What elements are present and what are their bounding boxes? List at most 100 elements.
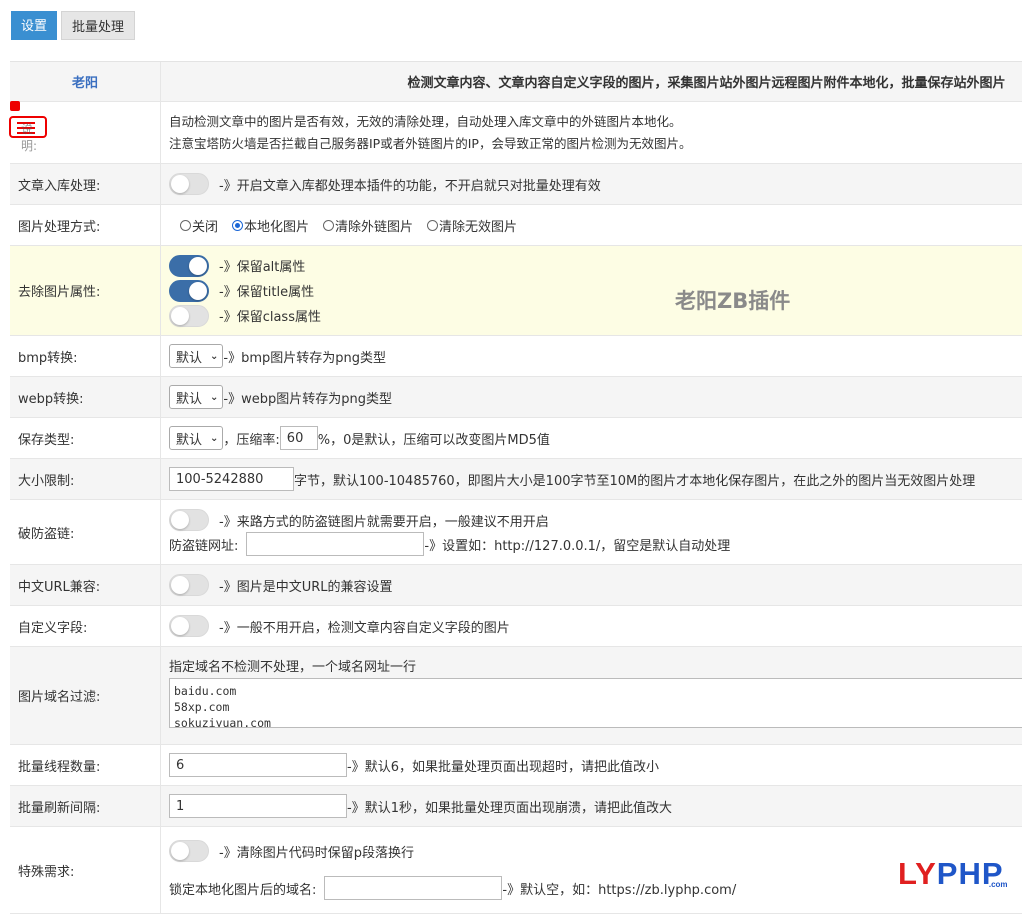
webp-label: webp转换: — [10, 377, 161, 417]
thread-count-input[interactable]: 6 — [169, 753, 347, 777]
special-row: 特殊需求: -》清除图片代码时保留p段落换行 锁定本地化图片后的域名: -》默认… — [10, 827, 1022, 914]
chevron-down-icon: ⌄ — [210, 350, 219, 362]
image-mode-row: 图片处理方式: 关闭 本地化图片 清除外链图片 清除无效图片 — [10, 205, 1022, 246]
radio-localize-dot[interactable] — [232, 219, 244, 231]
article-import-desc: -》开启文章入库都处理本插件的功能，不开启就只对批量处理有效 — [219, 178, 601, 194]
remove-attrs-row: 去除图片属性: -》保留alt属性 -》保留title属性 -》保留class属… — [10, 246, 1022, 336]
refresh-interval-row: 批量刷新间隔: 1 -》默认1秒，如果批量处理页面出现崩溃，请把此值改大 — [10, 786, 1022, 827]
article-import-toggle[interactable] — [169, 173, 209, 195]
radio-clear-external[interactable]: 清除外链图片 — [323, 216, 413, 235]
radio-clear-external-label: 清除外链图片 — [335, 219, 414, 235]
intro-line-2: 注意宝塔防火墙是否拦截自己服务器IP或者外链图片的IP，会导致正常的图片检测为无… — [169, 135, 692, 151]
domain-filter-label: 图片域名过滤: — [10, 647, 161, 744]
image-mode-label: 图片处理方式: — [10, 205, 161, 245]
compress-label: ，压缩率: — [223, 432, 280, 448]
webp-select-value: 默认 — [176, 391, 203, 407]
plugin-description: 检测文章内容、文章内容自定义字段的图片，采集图片站外图片远程图片附件本地化，批量… — [407, 76, 1006, 91]
settings-table: 老阳 检测文章内容、文章内容自定义字段的图片，采集图片站外图片远程图片附件本地化… — [10, 61, 1022, 914]
size-limit-desc: 字节，默认100-10485760，即图片大小是100字节至10M的图片才本地化… — [294, 473, 976, 489]
logo-red-part: LY — [898, 856, 937, 891]
lyphp-logo: LYPHP .com — [898, 856, 1008, 891]
bmp-row: bmp转换: 默认 ⌄ -》bmp图片转存为png类型 — [10, 336, 1022, 377]
radio-clear-invalid-label: 清除无效图片 — [439, 219, 518, 235]
watermark: 老阳ZB插件 — [675, 289, 791, 313]
tab-batch-process[interactable]: 批量处理 — [61, 11, 136, 40]
anti-leech-url-input[interactable] — [246, 532, 425, 556]
tab-bar: 设置 批量处理 — [11, 11, 136, 40]
webp-desc: -》webp图片转存为png类型 — [223, 391, 392, 407]
custom-field-desc: -》一般不用开启，检测文章内容自定义字段的图片 — [219, 620, 510, 636]
cn-url-toggle[interactable] — [169, 574, 209, 596]
keep-class-desc: -》保留class属性 — [219, 310, 321, 325]
radio-off[interactable]: 关闭 — [180, 216, 218, 235]
save-type-row: 保存类型: 默认 ⌄ ，压缩率: 60 %，0是默认，压缩可以改变图片MD5值 — [10, 418, 1022, 459]
remove-attrs-label: 去除图片属性: — [10, 246, 161, 335]
thread-count-label: 批量线程数量: — [10, 745, 161, 785]
locked-domain-label: 锁定本地化图片后的域名: — [169, 882, 317, 898]
refresh-interval-desc: -》默认1秒，如果批量处理页面出现崩溃，请把此值改大 — [347, 800, 672, 816]
refresh-interval-input[interactable]: 1 — [169, 794, 347, 818]
chevron-down-icon: ⌄ — [210, 432, 219, 444]
anti-leech-url-label: 防盗链网址: — [169, 538, 239, 554]
anti-leech-url-desc: -》设置如：http://127.0.0.1/，留空是默认自动处理 — [424, 538, 731, 554]
compress-desc: %，0是默认，压缩可以改变图片MD5值 — [317, 432, 550, 448]
logo-suffix: .com — [988, 880, 1008, 889]
intro-line-1: 自动检测文章中的图片是否有效，无效的清除处理，自动处理入库文章中的外链图片本地化… — [169, 113, 682, 129]
webp-row: webp转换: 默认 ⌄ -》webp图片转存为png类型 — [10, 377, 1022, 418]
thread-count-desc: -》默认6，如果批量处理页面出现超时，请把此值改小 — [347, 759, 659, 775]
domain-filter-hint: 指定域名不检测不处理，一个域名网址一行 — [169, 660, 417, 675]
radio-clear-invalid[interactable]: 清除无效图片 — [427, 216, 517, 235]
anti-leech-desc: -》来路方式的防盗链图片就需要开启，一般建议不用开启 — [219, 514, 549, 530]
size-limit-input[interactable]: 100-5242880 — [169, 467, 294, 491]
size-limit-label: 大小限制: — [10, 459, 161, 499]
radio-localize-label: 本地化图片 — [244, 219, 310, 235]
save-type-select-value: 默认 — [176, 432, 203, 448]
custom-field-toggle[interactable] — [169, 615, 209, 637]
thread-count-row: 批量线程数量: 6 -》默认6，如果批量处理页面出现超时，请把此值改小 — [10, 745, 1022, 786]
domain-filter-row: 图片域名过滤: 指定域名不检测不处理，一个域名网址一行 baidu.com 58… — [10, 647, 1022, 745]
radio-off-dot[interactable] — [180, 219, 191, 231]
compress-input[interactable]: 60 — [279, 426, 318, 450]
chevron-down-icon: ⌄ — [210, 391, 219, 403]
tab-settings[interactable]: 设置 — [11, 11, 58, 40]
cn-url-desc: -》图片是中文URL的兼容设置 — [219, 579, 393, 595]
intro-annotation: 说明: — [9, 101, 49, 153]
special-label: 特殊需求: — [10, 827, 161, 913]
special-toggle[interactable] — [169, 840, 209, 862]
radio-clear-external-dot[interactable] — [323, 219, 335, 231]
keep-alt-desc: -》保留alt属性 — [219, 260, 306, 275]
article-import-label: 文章入库处理: — [10, 164, 161, 204]
custom-field-row: 自定义字段: -》一般不用开启，检测文章内容自定义字段的图片 — [10, 606, 1022, 647]
bmp-label: bmp转换: — [10, 336, 161, 376]
radio-localize[interactable]: 本地化图片 — [232, 216, 309, 235]
red-dot-icon — [10, 101, 20, 111]
size-limit-row: 大小限制: 100-5242880 字节，默认100-10485760，即图片大… — [10, 459, 1022, 500]
cn-url-row: 中文URL兼容: -》图片是中文URL的兼容设置 — [10, 565, 1022, 606]
header-row: 老阳 检测文章内容、文章内容自定义字段的图片，采集图片站外图片远程图片附件本地化… — [10, 62, 1022, 102]
radio-off-label: 关闭 — [192, 219, 219, 235]
keep-class-toggle[interactable] — [169, 304, 209, 327]
save-type-select[interactable]: 默认 ⌄ — [169, 426, 224, 450]
author-name: 老阳 — [10, 62, 161, 101]
keep-title-toggle[interactable] — [169, 279, 209, 302]
custom-field-label: 自定义字段: — [10, 606, 161, 646]
keep-title-desc: -》保留title属性 — [219, 285, 315, 300]
keep-alt-toggle[interactable] — [169, 254, 209, 277]
anti-leech-label: 破防盗链: — [10, 500, 161, 564]
special-desc: -》清除图片代码时保留p段落换行 — [219, 845, 414, 861]
intro-label-text: 说明: — [21, 122, 38, 153]
bmp-select[interactable]: 默认 ⌄ — [169, 344, 224, 368]
refresh-interval-label: 批量刷新间隔: — [10, 786, 161, 826]
anti-leech-toggle[interactable] — [169, 509, 209, 531]
cn-url-label: 中文URL兼容: — [10, 565, 161, 605]
webp-select[interactable]: 默认 ⌄ — [169, 385, 224, 409]
bmp-desc: -》bmp图片转存为png类型 — [223, 350, 387, 366]
locked-domain-input[interactable] — [324, 876, 503, 900]
intro-row: 自动检测文章中的图片是否有效，无效的清除处理，自动处理入库文章中的外链图片本地化… — [10, 102, 1022, 164]
save-type-label: 保存类型: — [10, 418, 161, 458]
domain-filter-textarea[interactable]: baidu.com 58xp.com sokuziyuan.com — [169, 678, 1022, 728]
locked-domain-desc: -》默认空，如：https://zb.lyphp.com/ — [502, 882, 737, 898]
radio-clear-invalid-dot[interactable] — [427, 219, 439, 231]
anti-leech-row: 破防盗链: -》来路方式的防盗链图片就需要开启，一般建议不用开启 防盗链网址: … — [10, 500, 1022, 565]
bmp-select-value: 默认 — [176, 350, 203, 366]
